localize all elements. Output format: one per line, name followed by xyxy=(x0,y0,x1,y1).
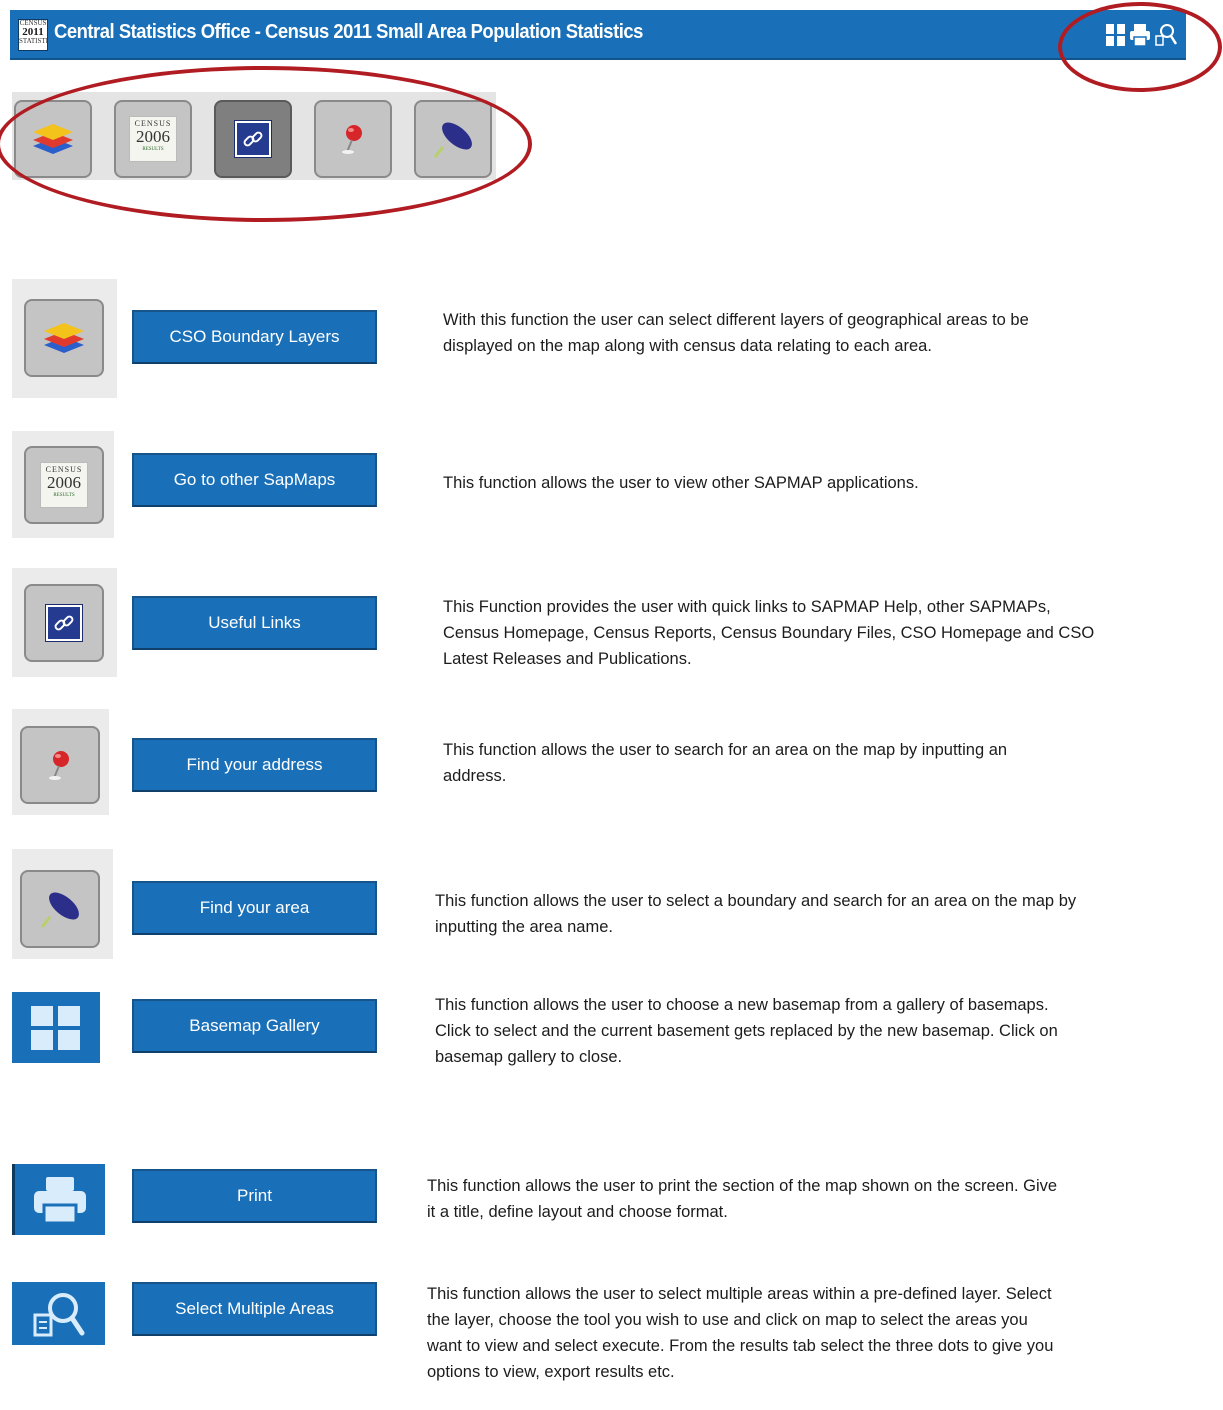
basemap-gallery-description: This function allows the user to choose … xyxy=(435,992,1205,1070)
find-area-button[interactable]: Find your area xyxy=(132,881,377,935)
description-line: the layer, choose the tool you wish to u… xyxy=(427,1311,1028,1329)
toolbar-other-sapmaps-button[interactable]: CENSUS 2006 RESULTS xyxy=(114,100,192,178)
description-line: it a title, define layout and choose for… xyxy=(427,1203,728,1221)
description-line: basemap gallery to close. xyxy=(435,1048,623,1066)
find-address-description: This function allows the user to search … xyxy=(443,737,1213,789)
print-tile[interactable] xyxy=(12,1164,105,1235)
census-2006-icon: CENSUS 2006 RESULTS xyxy=(129,116,177,162)
description-line: This function allows the user to print t… xyxy=(427,1177,1058,1195)
link-icon xyxy=(45,604,83,642)
description-line: This function allows the user to select … xyxy=(435,892,1077,910)
description-line: This function allows the user to select … xyxy=(427,1285,1052,1303)
useful-links-description: This Function provides the user with qui… xyxy=(443,594,1213,672)
cso-boundary-layers-description: With this function the user can select d… xyxy=(443,307,1213,359)
toolbar-cso-boundary-layers-button[interactable] xyxy=(14,100,92,178)
find-area-tile[interactable] xyxy=(20,870,100,948)
pen-icon xyxy=(433,122,472,158)
print-button[interactable]: Print xyxy=(132,1169,377,1223)
description-line: address. xyxy=(443,767,507,785)
print-icon[interactable] xyxy=(1128,22,1152,48)
badge-bottom-text: RESULTS xyxy=(142,147,164,152)
description-line: Click to select and the current basement… xyxy=(435,1022,1058,1040)
basemap-gallery-tile[interactable] xyxy=(12,992,100,1063)
select-areas-icon[interactable] xyxy=(1154,22,1178,48)
app-header: CENSUS 2011 STATISTICS Central Statistic… xyxy=(10,10,1186,60)
layers-icon xyxy=(33,124,73,154)
badge-year-text: 2006 xyxy=(47,473,81,492)
census-2011-logo: CENSUS 2011 STATISTICS xyxy=(18,19,48,51)
cso-boundary-layers-button[interactable]: CSO Boundary Layers xyxy=(132,310,377,364)
find-address-button[interactable]: Find your address xyxy=(132,738,377,792)
census-2006-icon: CENSUS 2006 RESULTS xyxy=(40,462,88,508)
other-sapmaps-description: This function allows the user to view ot… xyxy=(443,470,1213,496)
description-line: want to view and select execute. From th… xyxy=(427,1337,1054,1355)
layers-icon xyxy=(44,323,84,353)
description-line: This function allows the user to view ot… xyxy=(443,474,919,492)
useful-links-tile[interactable] xyxy=(24,584,104,662)
find-area-description: This function allows the user to select … xyxy=(435,888,1205,940)
pushpin-icon xyxy=(49,751,69,780)
basemap-gallery-button[interactable]: Basemap Gallery xyxy=(132,999,377,1053)
description-line: inputting the area name. xyxy=(435,918,613,936)
description-line: This function allows the user to choose … xyxy=(435,996,1049,1014)
description-line: Latest Releases and Publications. xyxy=(443,650,692,668)
find-address-tile[interactable] xyxy=(20,726,100,804)
basemap-gallery-icon xyxy=(31,1005,80,1050)
print-icon xyxy=(34,1176,86,1224)
description-line: options to view, export results etc. xyxy=(427,1363,675,1381)
description-line: Census Homepage, Census Reports, Census … xyxy=(443,624,1095,642)
useful-links-button[interactable]: Useful Links xyxy=(132,596,377,650)
print-description: This function allows the user to print t… xyxy=(427,1173,1197,1225)
badge-bottom-text: RESULTS xyxy=(53,493,75,498)
cso-boundary-layers-tile[interactable] xyxy=(24,299,104,377)
link-icon xyxy=(234,120,272,158)
description-line: displayed on the map along with census d… xyxy=(443,337,932,355)
other-sapmaps-tile[interactable]: CENSUS 2006 RESULTS xyxy=(24,446,104,524)
description-line: This function allows the user to search … xyxy=(443,741,1008,759)
pushpin-icon xyxy=(342,125,362,154)
description-line: With this function the user can select d… xyxy=(443,311,1029,329)
badge-year-text: 2006 xyxy=(136,127,170,146)
toolbar-find-area-button[interactable] xyxy=(414,100,492,178)
logo-bottom-text: STATISTICS xyxy=(19,37,48,45)
toolbar-useful-links-button[interactable] xyxy=(214,100,292,178)
select-multiple-areas-description: This function allows the user to select … xyxy=(427,1281,1197,1385)
select-areas-tile[interactable] xyxy=(12,1282,105,1345)
select-multiple-areas-button[interactable]: Select Multiple Areas xyxy=(132,1282,377,1336)
other-sapmaps-button[interactable]: Go to other SapMaps xyxy=(132,453,377,507)
pen-icon xyxy=(40,892,79,928)
toolbar-find-address-button[interactable] xyxy=(314,100,392,178)
description-line: This Function provides the user with qui… xyxy=(443,598,1051,616)
app-title: Central Statistics Office - Census 2011 … xyxy=(54,21,643,43)
basemap-gallery-icon[interactable] xyxy=(1104,22,1128,48)
select-areas-icon xyxy=(33,1292,84,1336)
